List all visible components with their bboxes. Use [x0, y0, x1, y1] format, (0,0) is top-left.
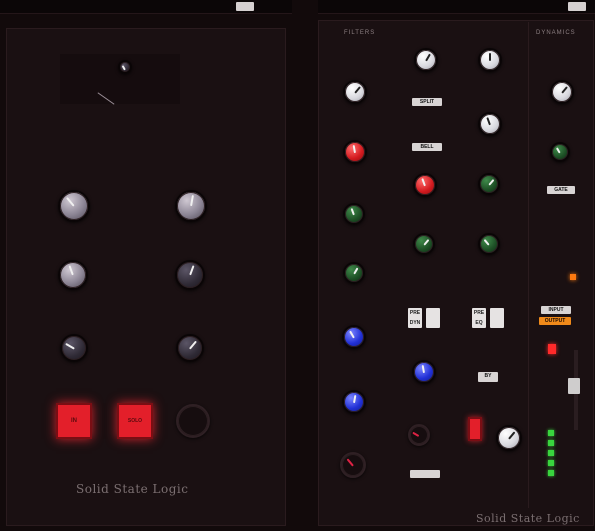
hf-freq-knob[interactable] [413, 173, 437, 197]
lf-gain-knob[interactable] [340, 452, 366, 478]
split-button[interactable]: SPLIT [412, 98, 442, 106]
left-in-button[interactable]: IN [56, 403, 92, 439]
meter-led-4 [548, 460, 554, 466]
lf-freq-knob[interactable] [408, 424, 430, 446]
meter-led-3 [548, 450, 554, 456]
output-meter-button[interactable]: OUTPUT [539, 317, 571, 325]
pre-eq-button-1[interactable]: PRE EQ [472, 308, 486, 328]
left-solo-button[interactable]: SOLO [117, 403, 153, 439]
filters-section-title: FILTERS [344, 30, 376, 36]
dynamics-section-title: DYNAMICS [536, 30, 576, 36]
lpf-knob[interactable] [414, 48, 438, 72]
left-menu-button[interactable] [236, 2, 254, 11]
hmf-q-knob[interactable] [413, 233, 435, 255]
pre-eq-button-1-top: PRE [473, 310, 485, 316]
left-knob-5[interactable] [60, 334, 88, 362]
lmf-freq-knob[interactable] [342, 390, 366, 414]
gate-button[interactable]: GATE [547, 186, 575, 194]
hmf-gain-knob[interactable] [343, 203, 365, 225]
left-title-bar[interactable] [0, 0, 292, 14]
input-meter-button[interactable]: INPUT [541, 306, 571, 314]
dyn-threshold-knob[interactable] [478, 48, 502, 72]
meter-led-2 [548, 440, 554, 446]
lmf-gain-knob[interactable] [342, 325, 366, 349]
hmf-freq-knob[interactable] [343, 262, 365, 284]
pre-dyn-button-1[interactable]: PRE DYN [408, 308, 422, 328]
left-knob-3[interactable] [58, 260, 88, 290]
dyn-activity-led [570, 274, 576, 280]
plugin-workspace: IN SOLO Solid State Logic FILTERS DYNAMI… [0, 0, 595, 531]
pre-eq-button-1-bottom: EQ [475, 320, 483, 326]
lmf-q-knob[interactable] [412, 360, 436, 384]
meter-led-1 [548, 430, 554, 436]
pre-dyn-button-1-top: PRE [409, 310, 421, 316]
hf-gain-knob[interactable] [343, 140, 367, 164]
meter-led-5 [548, 470, 554, 476]
dyn-ratio-knob[interactable] [478, 112, 502, 136]
pre-eq-button-2[interactable] [490, 308, 504, 328]
right-channel-divider [528, 22, 529, 508]
right-menu-button[interactable] [568, 2, 586, 11]
eq-bypass-button[interactable] [410, 470, 440, 478]
left-top-knob[interactable] [118, 60, 132, 74]
right-title-bar[interactable] [318, 0, 595, 14]
bell-button[interactable]: BELL [412, 143, 442, 151]
right-brand-logo: Solid State Logic [476, 512, 580, 525]
output-gain-knob[interactable] [496, 425, 522, 451]
comp-release-knob[interactable] [550, 142, 570, 162]
left-knob-1[interactable] [58, 190, 90, 222]
left-brand-logo: Solid State Logic [76, 482, 189, 496]
phase-button[interactable] [468, 417, 482, 441]
left-ring-button[interactable] [176, 404, 210, 438]
comp-threshold-knob[interactable] [550, 80, 574, 104]
left-knob-6[interactable] [176, 334, 204, 362]
bypass-toggle[interactable]: BY [478, 372, 498, 382]
left-knob-2[interactable] [175, 190, 207, 222]
clip-led [548, 344, 556, 354]
output-fader[interactable] [568, 378, 580, 394]
gate-threshold-knob[interactable] [478, 173, 500, 195]
left-knob-4[interactable] [175, 260, 205, 290]
pre-dyn-button-1-bottom: DYN [409, 320, 421, 326]
hpf-knob[interactable] [343, 80, 367, 104]
pre-dyn-button-2[interactable] [426, 308, 440, 328]
gate-release-knob[interactable] [478, 233, 500, 255]
